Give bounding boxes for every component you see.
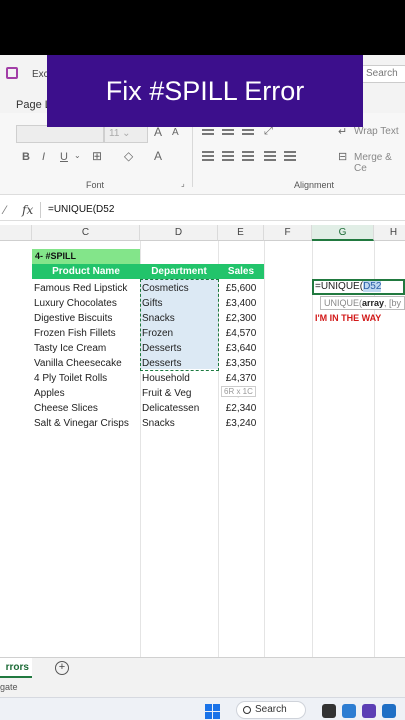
windows-taskbar: Search: [0, 697, 405, 720]
blocking-cell-text[interactable]: I'M IN THE WAY: [315, 313, 381, 323]
align-center-icon[interactable]: [222, 151, 234, 161]
product-cell[interactable]: Luxury Chocolates: [34, 296, 138, 311]
column-header-e[interactable]: E: [218, 225, 264, 241]
underline-dropdown-icon[interactable]: ⌄: [74, 151, 81, 160]
excel-window: Exc Search Page L 11 ⌄ A A B I U ⌄ ⊞ ◇ A…: [0, 55, 405, 720]
copy-marquee: [140, 279, 219, 371]
sales-cell[interactable]: £3,350: [220, 356, 262, 371]
department-cell[interactable]: Household: [142, 371, 216, 386]
align-left-icon[interactable]: [202, 151, 214, 161]
department-cell[interactable]: Fruit & Veg: [142, 386, 216, 401]
sales-cell[interactable]: £4,570: [220, 326, 262, 341]
merge-center-icon[interactable]: ⊟: [338, 150, 347, 163]
file-explorer-icon[interactable]: [342, 704, 356, 718]
tooltip-arg: array: [362, 298, 385, 308]
status-text: gate: [0, 682, 18, 692]
product-cell[interactable]: Frozen Fish Fillets: [34, 326, 138, 341]
increase-indent-icon[interactable]: [284, 151, 296, 161]
product-cell[interactable]: Digestive Biscuits: [34, 311, 138, 326]
product-cell[interactable]: Apples: [34, 386, 138, 401]
formula-reference: D52: [363, 281, 382, 292]
task-view-icon[interactable]: [322, 704, 336, 718]
sales-cell[interactable]: £2,300: [220, 311, 262, 326]
department-cell[interactable]: Delicatessen: [142, 401, 216, 416]
merge-center-button[interactable]: Merge & Ce: [354, 152, 405, 174]
windows-start-icon[interactable]: [205, 704, 221, 720]
video-title-banner: Fix #SPILL Error: [47, 55, 363, 127]
borders-icon[interactable]: ⊞: [92, 149, 102, 163]
table-header-cell[interactable]: Department: [140, 264, 218, 279]
column-header-g[interactable]: G: [312, 225, 374, 241]
editing-cell-g[interactable]: =UNIQUE(D52: [312, 279, 405, 295]
table-header-cell[interactable]: Product Name: [32, 264, 140, 279]
sheet-tab-errors[interactable]: rrors: [0, 658, 32, 678]
function-tooltip: UNIQUE(array, [by: [320, 296, 405, 310]
search-box[interactable]: Search: [361, 65, 405, 83]
status-bar: gate: [0, 679, 405, 697]
ribbon-separator: [192, 121, 193, 187]
sales-cell[interactable]: £2,340: [220, 401, 262, 416]
formula-input[interactable]: =UNIQUE(D52: [48, 204, 114, 215]
font-family-select[interactable]: [16, 125, 104, 143]
table-header-cell[interactable]: Sales: [218, 264, 264, 279]
italic-button[interactable]: I: [42, 151, 45, 163]
tooltip-rest: , [by: [384, 298, 402, 308]
decrease-font-icon[interactable]: A: [172, 127, 179, 138]
confirm-icon[interactable]: ⁄: [4, 203, 6, 217]
product-cell[interactable]: Famous Red Lipstick: [34, 281, 138, 296]
range-size-tip: 6R x 1C: [221, 386, 256, 397]
increase-font-icon[interactable]: A: [154, 125, 162, 139]
sales-cell[interactable]: £3,400: [220, 296, 262, 311]
sales-cell[interactable]: £3,640: [220, 341, 262, 356]
align-right-icon[interactable]: [242, 151, 254, 161]
wrap-text-button[interactable]: Wrap Text: [354, 126, 399, 137]
browser-icon[interactable]: [382, 704, 396, 718]
product-cell[interactable]: Tasty Ice Cream: [34, 341, 138, 356]
product-cell[interactable]: Cheese Slices: [34, 401, 138, 416]
sales-cell[interactable]: £3,240: [220, 416, 262, 431]
product-cell[interactable]: 4 Ply Toilet Rolls: [34, 371, 138, 386]
taskbar-search[interactable]: Search: [236, 701, 306, 719]
insert-function-button[interactable]: fx: [22, 203, 33, 217]
font-color-icon[interactable]: A: [154, 149, 162, 163]
formula-bar: ⁄ fx =UNIQUE(D52: [0, 199, 405, 221]
font-group-label: Font: [86, 180, 105, 190]
table-title: 4- #SPILL: [32, 249, 140, 264]
bold-button[interactable]: B: [22, 151, 30, 163]
column-header-c[interactable]: C: [32, 225, 140, 241]
product-cell[interactable]: Vanilla Cheesecake: [34, 356, 138, 371]
top-letterbox: [0, 0, 405, 55]
column-header-h[interactable]: H: [374, 225, 405, 241]
formula-prefix: =UNIQUE(: [315, 281, 364, 292]
sales-cell[interactable]: £5,600: [220, 281, 262, 296]
font-dialog-launcher-icon[interactable]: ⌟: [181, 179, 185, 188]
select-all-corner[interactable]: [0, 225, 32, 241]
tab-page-layout[interactable]: Page L: [16, 99, 51, 111]
column-gridline: [264, 241, 265, 657]
alignment-group-label: Alignment: [294, 180, 335, 190]
underline-button[interactable]: U: [60, 151, 68, 163]
add-sheet-button[interactable]: +: [55, 661, 69, 675]
teams-icon[interactable]: [362, 704, 376, 718]
excel-app-icon: [6, 67, 18, 79]
column-gridline: [312, 241, 313, 657]
column-header-f[interactable]: F: [264, 225, 312, 241]
fill-color-icon[interactable]: ◇: [124, 149, 133, 163]
worksheet-grid[interactable]: C D E F G H 4- #SPILL Product Name Department Sal…: [0, 225, 405, 657]
tooltip-function: UNIQUE(: [324, 298, 362, 308]
font-size-value: 11: [109, 128, 120, 139]
product-cell[interactable]: Salt & Vinegar Crisps: [34, 416, 138, 431]
sheet-tab-bar: rrors +: [0, 657, 405, 679]
column-header-d[interactable]: D: [140, 225, 218, 241]
sales-cell[interactable]: £4,370: [220, 371, 262, 386]
formula-bar-divider: [40, 202, 41, 218]
department-cell[interactable]: Snacks: [142, 416, 216, 431]
decrease-indent-icon[interactable]: [264, 151, 276, 161]
font-size-select[interactable]: 11 ⌄: [104, 125, 148, 143]
